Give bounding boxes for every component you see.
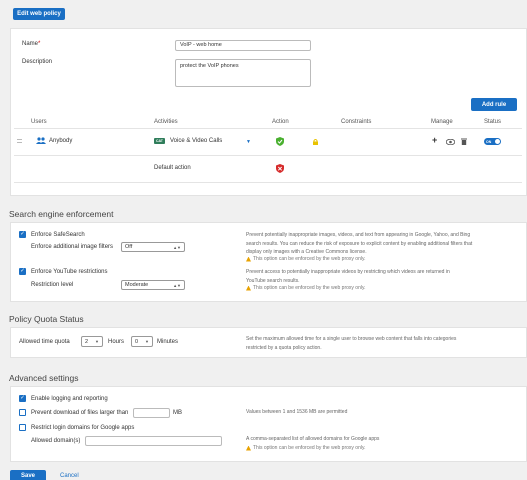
select-caret-icon: ▲▼ xyxy=(173,244,181,250)
image-filters-select[interactable]: Off ▲▼ xyxy=(121,242,185,252)
safesearch-warning: This option can be enforced by the web p… xyxy=(246,256,365,262)
allow-shield-icon[interactable] xyxy=(276,137,284,148)
prevent-download-label: Prevent download of files larger than xyxy=(31,410,129,416)
quota-hint: Set the maximum allowed time for a singl… xyxy=(246,336,457,351)
status-toggle[interactable]: ON xyxy=(484,138,501,145)
default-action-label: Default action xyxy=(154,165,191,171)
name-label: Name* xyxy=(22,41,40,47)
col-header-status: Status xyxy=(484,119,502,125)
rule-activity: Voice & Video Calls xyxy=(170,138,223,144)
table-bottom-divider xyxy=(14,182,522,183)
youtube-hint: Prevent access to potentially inappropri… xyxy=(246,269,450,284)
description-label: Description xyxy=(22,59,53,65)
domains-hint: A comma-separated list of allowed domain… xyxy=(246,436,380,442)
toggle-knob xyxy=(495,139,500,144)
select-caret-icon: ▲▼ xyxy=(173,282,181,288)
warning-icon xyxy=(246,256,251,262)
row-divider xyxy=(14,155,522,156)
col-header-action: Action xyxy=(272,119,289,125)
block-shield-icon[interactable] xyxy=(276,164,284,175)
mb-label: MB xyxy=(173,410,182,416)
logging-checkbox[interactable] xyxy=(19,395,26,402)
allowed-domains-input[interactable] xyxy=(85,436,222,446)
image-filters-label: Enforce additional image filters xyxy=(31,244,114,250)
hours-value: 2 xyxy=(85,338,89,345)
hours-select[interactable]: 2 ▼ xyxy=(81,336,103,347)
cancel-link[interactable]: Cancel xyxy=(60,473,79,479)
required-mark: * xyxy=(38,41,41,47)
youtube-warning: This option can be enforced by the web p… xyxy=(246,285,365,291)
domains-warning: This option can be enforced by the web p… xyxy=(246,445,365,451)
select-caret-icon: ▼ xyxy=(145,339,149,344)
safesearch-hint: Prevent potentially inappropriate images… xyxy=(246,232,473,255)
name-input[interactable]: VoIP - web home xyxy=(175,40,311,51)
restriction-level-label: Restriction level xyxy=(31,282,74,288)
youtube-warning-text: This option can be enforced by the web p… xyxy=(253,285,366,291)
max-file-size-input[interactable] xyxy=(133,408,170,418)
safesearch-warning-text: This option can be enforced by the web p… xyxy=(253,256,366,262)
minutes-label: Minutes xyxy=(157,339,179,345)
rule-user: Anybody xyxy=(49,138,73,144)
minutes-select[interactable]: 0 ▼ xyxy=(131,336,153,347)
allowed-time-label: Allowed time quota xyxy=(19,339,70,345)
youtube-checkbox[interactable] xyxy=(19,268,26,275)
warning-icon xyxy=(246,285,251,291)
drag-handle-icon[interactable] xyxy=(17,139,22,143)
restriction-level-select[interactable]: Moderate ▲▼ xyxy=(121,280,185,290)
restriction-level-value: Moderate xyxy=(125,282,149,288)
users-group-icon xyxy=(36,137,46,146)
select-caret-icon: ▼ xyxy=(95,339,99,344)
allowed-domains-label: Allowed domain(s) xyxy=(31,438,81,444)
safesearch-checkbox[interactable] xyxy=(19,231,26,238)
restrict-login-label: Restrict login domains for Google apps xyxy=(31,425,135,431)
chevron-down-icon[interactable]: ▼ xyxy=(246,139,251,145)
quota-title: Policy Quota Status xyxy=(9,314,84,324)
col-header-manage: Manage xyxy=(431,119,453,125)
prevent-download-checkbox[interactable] xyxy=(19,409,26,416)
warning-icon xyxy=(246,445,251,451)
col-header-constraints: Constraints xyxy=(341,119,372,125)
top-bar xyxy=(0,0,527,28)
description-textarea[interactable]: protect the VoIP phones xyxy=(175,59,311,87)
youtube-label: Enforce YouTube restrictions xyxy=(31,269,108,275)
status-toggle-label: ON xyxy=(486,139,492,144)
add-icon[interactable]: + xyxy=(432,136,437,145)
activity-badge: CAT xyxy=(154,138,165,144)
minutes-value: 0 xyxy=(135,338,139,345)
lock-icon xyxy=(313,139,318,147)
search-enforcement-title: Search engine enforcement xyxy=(9,209,114,219)
col-header-users: Users xyxy=(31,119,47,125)
image-filters-value: Off xyxy=(125,244,133,250)
delete-trash-icon[interactable] xyxy=(461,138,467,147)
logging-label: Enable logging and reporting xyxy=(31,396,108,402)
restrict-login-checkbox[interactable] xyxy=(19,424,26,431)
advanced-title: Advanced settings xyxy=(9,373,79,383)
add-rule-button[interactable]: Add rule xyxy=(471,98,517,111)
name-label-text: Name xyxy=(22,41,39,47)
hours-label: Hours xyxy=(108,339,125,345)
mb-hint: Values between 1 and 1536 MB are permitt… xyxy=(246,409,348,415)
save-button[interactable]: Save xyxy=(10,470,46,480)
view-eye-icon[interactable] xyxy=(445,138,456,147)
edit-web-policy-button[interactable]: Edit web policy xyxy=(13,8,65,20)
policy-panel xyxy=(10,28,527,196)
safesearch-label: Enforce SafeSearch xyxy=(31,232,85,238)
domains-warning-text: This option can be enforced by the web p… xyxy=(253,445,366,451)
col-header-activities: Activities xyxy=(154,119,178,125)
